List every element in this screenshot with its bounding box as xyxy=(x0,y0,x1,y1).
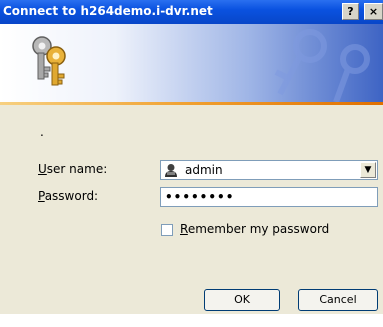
close-button[interactable]: × xyxy=(364,3,383,20)
username-label-accel: U xyxy=(38,162,47,176)
keys-icon xyxy=(32,36,66,86)
keys-decoration xyxy=(274,29,370,102)
password-label-accel: P xyxy=(38,189,45,203)
remember-label-accel: R xyxy=(180,222,188,236)
password-label: Password: xyxy=(38,189,98,203)
login-dialog: Connect to h264demo.i-dvr.net ? × . User… xyxy=(0,0,383,314)
window-title: Connect to h264demo.i-dvr.net xyxy=(3,4,213,18)
chevron-down-icon[interactable]: ▼ xyxy=(360,162,376,178)
bottom-strip xyxy=(0,314,383,327)
cancel-button[interactable]: Cancel xyxy=(298,289,378,311)
password-label-rest: assword: xyxy=(44,189,99,203)
ok-button[interactable]: OK xyxy=(204,289,280,311)
username-label: User name: xyxy=(38,162,107,176)
help-button[interactable]: ? xyxy=(342,3,359,20)
password-field[interactable]: •••••••• xyxy=(160,187,378,207)
remember-checkbox[interactable] xyxy=(161,224,173,236)
remember-label-rest: emember my password xyxy=(187,222,330,236)
title-bar[interactable]: Connect to h264demo.i-dvr.net ? × xyxy=(0,0,383,24)
remember-label[interactable]: Remember my password xyxy=(180,222,329,236)
username-value[interactable]: admin xyxy=(185,163,223,177)
banner-accent-line xyxy=(0,102,383,105)
info-text: . xyxy=(40,125,44,139)
user-icon xyxy=(165,164,177,177)
username-combobox[interactable]: admin ▼ xyxy=(160,160,378,180)
username-label-rest: ser name: xyxy=(46,162,108,176)
